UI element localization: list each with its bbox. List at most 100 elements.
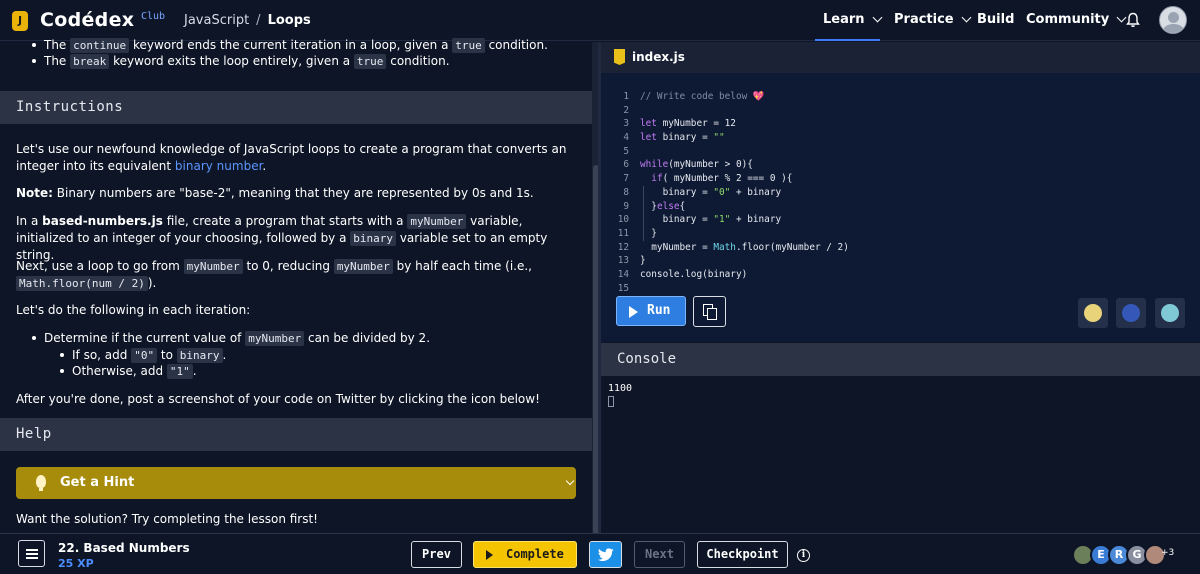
code-line[interactable]: 4 let binary = "" — [601, 131, 1198, 145]
code-text[interactable]: if( myNumber % 2 === 0 ){ — [640, 172, 792, 186]
code-text[interactable]: }else{ — [640, 200, 685, 214]
code-line[interactable]: 1 // Write code below 💖 — [601, 90, 1198, 104]
console-cursor[interactable] — [608, 396, 614, 407]
code-lines[interactable]: 1 // Write code below 💖 2 3 let myNumber = 1… — [601, 90, 1198, 295]
inline-code: break — [70, 54, 110, 69]
code-text[interactable]: // Write code below 💖 — [640, 90, 765, 104]
play-icon — [486, 550, 493, 560]
code-line[interactable]: 7 if( myNumber % 2 === 0 ){ — [601, 172, 1198, 186]
info-icon[interactable]: i — [797, 549, 810, 562]
code-text[interactable]: } — [640, 227, 657, 241]
inline-code: myNumber — [407, 214, 467, 229]
line-number: 2 — [623, 104, 629, 116]
line-number: 5 — [623, 145, 629, 157]
help-heading: Help — [0, 418, 592, 451]
code-line[interactable]: 8 binary = "0" + binary — [601, 186, 1198, 200]
line-number: 13 — [617, 255, 629, 267]
code-text[interactable]: console.log(binary) — [640, 268, 747, 282]
nav-learn-label: Learn — [823, 12, 865, 27]
code-line[interactable]: 13} — [601, 254, 1198, 268]
nav-community-label: Community — [1026, 12, 1110, 27]
code-line[interactable]: 15 — [601, 282, 1198, 296]
lesson-title: 22. Based Numbers — [58, 541, 190, 555]
binary-number-link[interactable]: binary number — [175, 159, 263, 173]
instructions-heading: Instructions — [0, 91, 592, 124]
code-line[interactable]: 9 }else{ — [601, 200, 1198, 214]
code-line[interactable]: 2 — [601, 104, 1198, 118]
lightbulb-icon — [36, 475, 46, 491]
prev-button[interactable]: Prev — [411, 541, 462, 568]
checkpoint-button[interactable]: Checkpoint — [697, 541, 788, 568]
app-logo[interactable]: Codédex — [40, 9, 134, 31]
code-line[interactable]: 6 while(myNumber > 0){ — [601, 158, 1198, 172]
nav-build[interactable]: Build — [977, 12, 1014, 27]
breadcrumb: JavaScript / Loops — [184, 13, 311, 28]
nav-build-label: Build — [977, 12, 1015, 27]
code-text[interactable]: myNumber = Math.floor(myNumber / 2) — [640, 241, 849, 255]
police-pet-icon[interactable] — [1116, 298, 1146, 328]
code-line[interactable]: 3 let myNumber = 12 — [601, 117, 1198, 131]
console-panel — [601, 376, 1200, 533]
play-icon — [629, 306, 638, 318]
line-number: 8 — [623, 186, 629, 198]
line-number: 14 — [617, 268, 629, 280]
code-line[interactable]: 11 } — [601, 227, 1198, 241]
user-avatar[interactable] — [1159, 6, 1187, 34]
run-button[interactable]: Run — [616, 296, 686, 326]
twitter-share-button[interactable] — [589, 541, 622, 568]
next-button[interactable]: Next — [634, 541, 685, 568]
get-hint-button[interactable]: Get a Hint — [16, 467, 576, 499]
nav-practice-label: Practice — [894, 12, 954, 27]
list-item: The break keyword exits the loop entirel… — [32, 54, 450, 69]
club-badge: Club — [141, 11, 166, 22]
line-number: 12 — [617, 241, 629, 253]
complete-button[interactable]: Complete — [473, 541, 577, 568]
robot-pet-icon[interactable] — [1155, 298, 1185, 328]
breadcrumb-course[interactable]: JavaScript — [184, 13, 249, 28]
lesson-menu-button[interactable] — [18, 540, 45, 567]
code-line[interactable]: 14 console.log(binary) — [601, 268, 1198, 282]
inline-code: "0" — [131, 348, 158, 363]
twitter-icon — [597, 548, 614, 561]
inline-code: true — [353, 54, 387, 69]
more-users-count[interactable]: +3 — [1161, 548, 1174, 558]
inline-code: myNumber — [333, 259, 393, 274]
editor-tab-filename[interactable]: index.js — [632, 50, 685, 64]
line-number: 11 — [617, 227, 629, 239]
codedex-logo-icon[interactable]: J — [12, 11, 28, 31]
javascript-file-icon — [614, 49, 625, 65]
breadcrumb-current[interactable]: Loops — [268, 13, 311, 28]
code-line[interactable]: 12 myNumber = Math.floor(myNumber / 2) — [601, 241, 1198, 255]
list-item: The continue keyword ends the current it… — [32, 38, 548, 53]
line-number: 7 — [623, 173, 629, 185]
inline-code: myNumber — [183, 259, 243, 274]
chevron-down-icon — [872, 12, 882, 23]
nav-practice[interactable]: Practice — [894, 12, 972, 27]
note-paragraph: Note: Binary numbers are "base-2", meani… — [16, 186, 534, 200]
code-text[interactable]: while(myNumber > 0){ — [640, 158, 753, 172]
code-text[interactable]: } — [640, 254, 646, 268]
copy-code-button[interactable] — [693, 296, 726, 327]
instructions-paragraph: Let's do the following in each iteration… — [16, 303, 251, 317]
code-text[interactable]: binary = "1" + binary — [640, 213, 782, 227]
xp-badge: 25 XP — [58, 557, 94, 570]
line-number: 4 — [623, 132, 629, 144]
run-label: Run — [647, 303, 671, 318]
nav-learn[interactable]: Learn — [823, 12, 882, 27]
code-text[interactable]: binary = "0" + binary — [640, 186, 782, 200]
code-text[interactable]: let binary = "" — [640, 131, 725, 145]
list-item: Otherwise, add "1". — [60, 364, 197, 379]
nav-community[interactable]: Community — [1026, 12, 1127, 27]
duck-pet-icon[interactable] — [1078, 298, 1108, 328]
chevron-down-icon — [565, 476, 575, 486]
line-number: 10 — [617, 214, 629, 226]
code-text[interactable]: let myNumber = 12 — [640, 117, 736, 131]
code-line[interactable]: 10 binary = "1" + binary — [601, 213, 1198, 227]
line-number: 15 — [617, 282, 629, 294]
bell-icon[interactable] — [1125, 12, 1141, 28]
code-line[interactable]: 5 — [601, 145, 1198, 159]
chevron-down-icon — [961, 12, 972, 23]
instructions-paragraph: Let's use our newfound knowledge of Java… — [16, 142, 567, 173]
get-hint-label: Get a Hint — [60, 475, 135, 490]
list-item: If so, add "0" to binary. — [59, 348, 227, 363]
